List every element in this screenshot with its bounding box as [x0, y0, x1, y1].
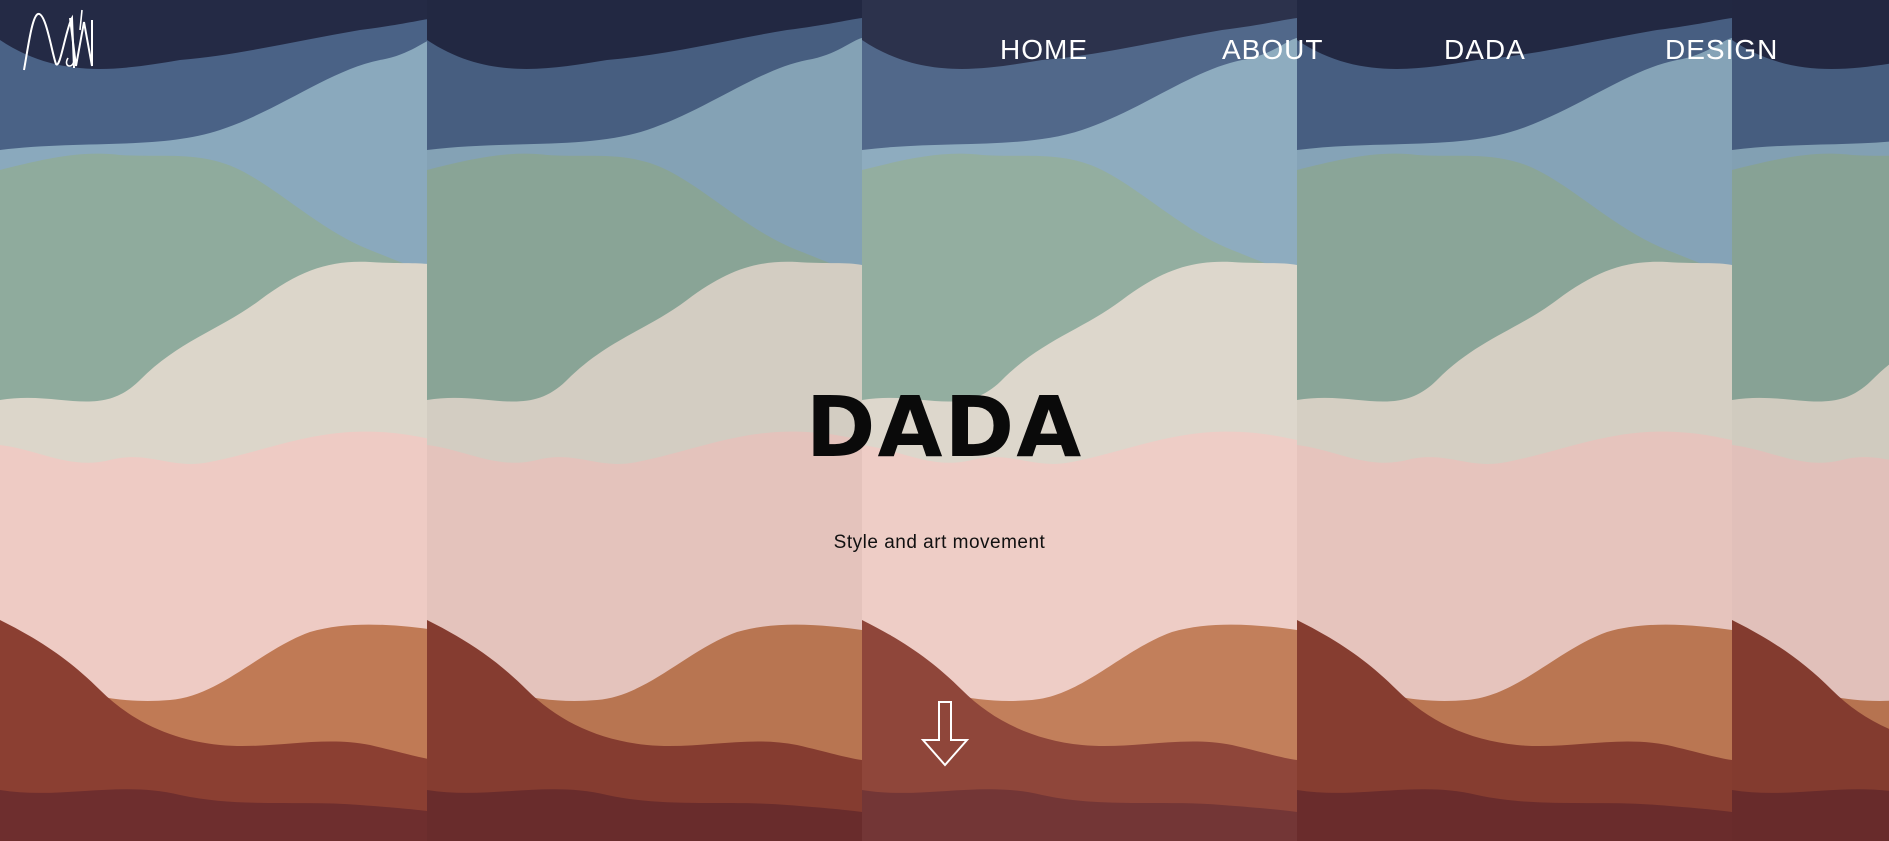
hero-title: DADA [805, 378, 1084, 476]
nav-home-link[interactable]: HOME [1000, 34, 1088, 66]
page: HOME ABOUT DADA DESIGN DADA Style and ar… [0, 0, 1889, 841]
arrow-down-icon[interactable] [919, 700, 971, 768]
nav-design-link[interactable]: DESIGN [1665, 34, 1778, 66]
nav-about-link[interactable]: ABOUT [1222, 34, 1323, 66]
landscape-layer [1732, 789, 1889, 841]
nav-dada-link[interactable]: DADA [1444, 34, 1526, 66]
main-nav: HOME ABOUT DADA DESIGN [0, 0, 1889, 100]
hero-subtitle: Style and art movement [833, 532, 1046, 553]
